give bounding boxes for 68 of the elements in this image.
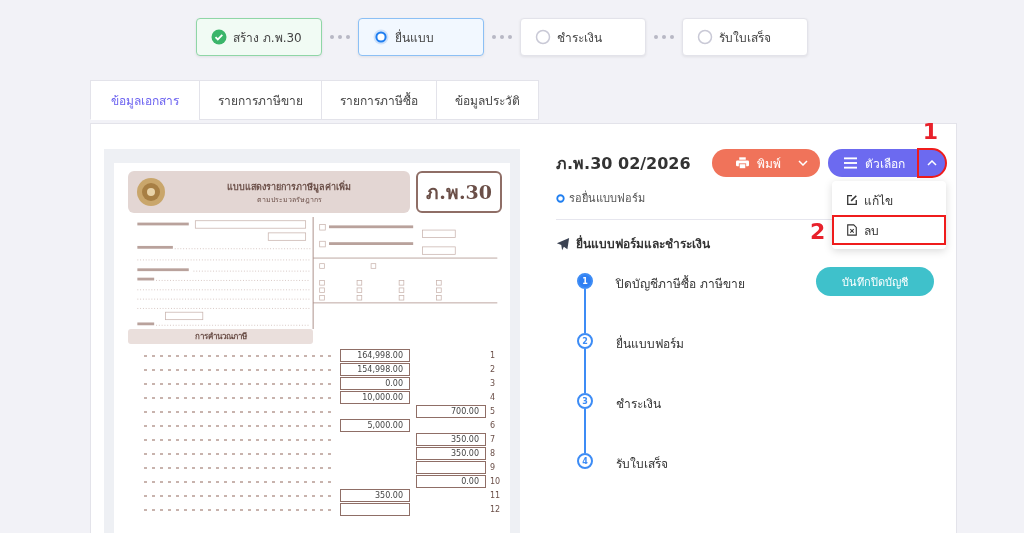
step-label: ชำระเงิน (557, 29, 602, 47)
line-number: 3 (490, 379, 497, 388)
menu-item[interactable]: แก้ไข (832, 185, 946, 215)
dropdown-toggle[interactable] (918, 149, 946, 177)
amount-field: 350.00 (340, 489, 410, 502)
step-label: ยื่นแบบ (395, 28, 434, 47)
form-code: ภ.พ.30 (416, 171, 502, 213)
line-number: 11 (490, 491, 502, 500)
menu-item[interactable]: ลบ (832, 215, 946, 245)
line-number: 5 (490, 407, 497, 416)
dots-icon (330, 35, 350, 39)
check-icon (211, 29, 227, 45)
annotation-number: 1 (922, 119, 938, 144)
amount-field: 154,998.00 (340, 363, 410, 376)
dots-icon (492, 35, 512, 39)
step-number: 3 (577, 393, 593, 409)
section-title: ยื่นแบบฟอร์มและชำระเงิน (576, 234, 710, 253)
amount-field: 5,000.00 (340, 419, 410, 432)
line-number: 8 (490, 449, 497, 458)
step-label: สร้าง ภ.พ.30 (233, 29, 302, 47)
amount-field: 350.00 (416, 447, 486, 460)
options-button[interactable]: ตัวเลือก (828, 149, 918, 177)
amount-field: 10,000.00 (340, 391, 410, 404)
step-number: 2 (577, 333, 593, 349)
radio-icon (535, 29, 551, 45)
line-number: 4 (490, 393, 497, 402)
chevron-up-icon (927, 160, 937, 166)
emblem-icon (136, 177, 166, 207)
step-number: 1 (577, 273, 593, 289)
amount-field: 0.00 (340, 377, 410, 390)
line-number: 10 (490, 477, 502, 486)
amount-field (416, 461, 486, 474)
tab[interactable]: รายการภาษีขาย (199, 80, 322, 120)
step-label: ชำระเงิน (616, 396, 662, 413)
form-title: แบบแสดงรายการภาษีมูลค่าเพิ่ม (227, 179, 352, 194)
line-number: 1 (490, 351, 497, 360)
section-heading: การคำนวณภาษี (128, 329, 313, 344)
amount-field: 0.00 (416, 475, 486, 488)
file-x-icon (846, 224, 858, 236)
step-label: ปิดบัญชีภาษีซื้อ ภาษีขาย (616, 274, 746, 293)
line-number: 12 (490, 505, 502, 514)
edit-icon (846, 194, 858, 206)
tab[interactable]: รายการภาษีซื้อ (321, 80, 437, 120)
tab[interactable]: ข้อมูลประวัติ (436, 80, 539, 120)
printer-icon (736, 157, 749, 169)
amount-field: 350.00 (416, 433, 486, 446)
line-number: 2 (490, 365, 497, 374)
document-title: ภ.พ.30 02/2026 (556, 152, 691, 175)
amount-field: 164,998.00 (340, 349, 410, 362)
status-text: รอยื่นแบบฟอร์ม (569, 189, 645, 207)
menu-icon (844, 157, 857, 169)
step-label: รับใบเสร็จ (719, 29, 771, 47)
paper-plane-icon (556, 236, 570, 251)
tab[interactable]: ข้อมูลเอกสาร (90, 80, 200, 120)
dots-icon (654, 35, 674, 39)
step-number: 4 (577, 453, 593, 469)
line-number: 9 (490, 463, 497, 472)
radio-icon (373, 29, 389, 45)
line-number: 6 (490, 421, 497, 430)
amount-field (340, 503, 410, 516)
line-number: 7 (490, 435, 497, 444)
amount-field: 700.00 (416, 405, 486, 418)
status-dot-icon (556, 193, 565, 203)
chevron-down-icon (798, 160, 808, 166)
step-label: รับใบเสร็จ (616, 455, 669, 473)
step-label: ยื่นแบบฟอร์ม (616, 334, 685, 353)
radio-icon (697, 29, 713, 45)
annotation-number: 2 (810, 219, 826, 244)
